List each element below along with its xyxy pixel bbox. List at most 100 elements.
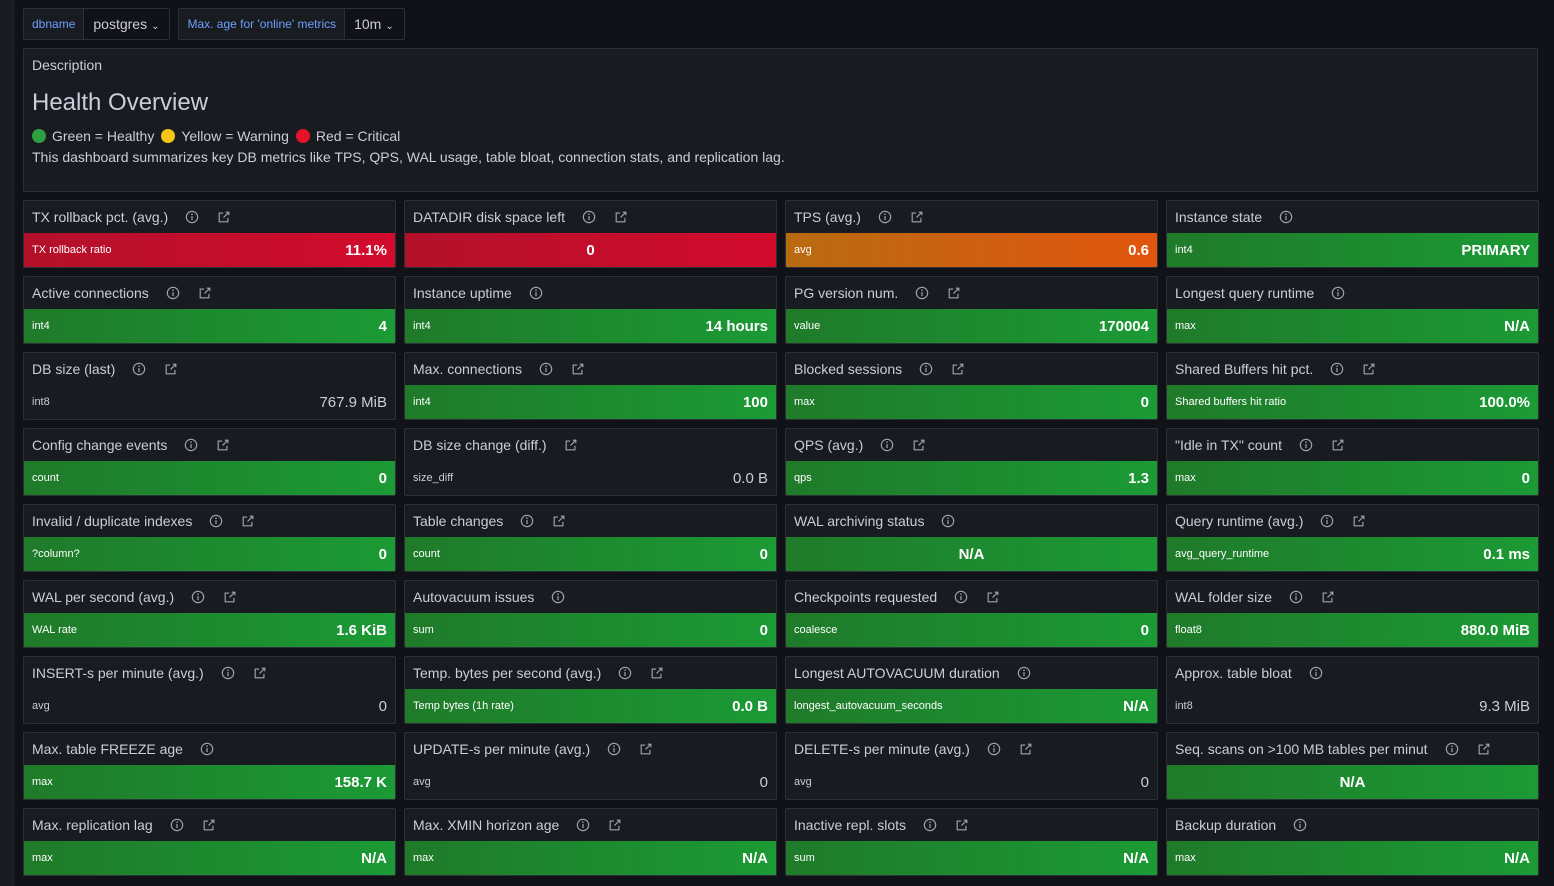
external-link-icon[interactable] <box>563 437 579 453</box>
info-icon[interactable] <box>199 741 215 757</box>
stat-panel[interactable]: Max. XMIN horizon age max N/A <box>404 808 777 876</box>
external-link-icon[interactable] <box>613 209 629 225</box>
info-icon[interactable] <box>538 361 554 377</box>
external-link-icon[interactable] <box>1361 361 1377 377</box>
stat-panel[interactable]: Active connections int4 4 <box>23 276 396 344</box>
info-icon[interactable] <box>1308 665 1324 681</box>
external-link-icon[interactable] <box>911 437 927 453</box>
external-link-icon[interactable] <box>216 209 232 225</box>
external-link-icon[interactable] <box>163 361 179 377</box>
stat-panel[interactable]: Inactive repl. slots sum N/A <box>785 808 1158 876</box>
stat-panel[interactable]: Config change events count 0 <box>23 428 396 496</box>
external-link-icon[interactable] <box>197 285 213 301</box>
stat-panel[interactable]: Invalid / duplicate indexes ?column? 0 <box>23 504 396 572</box>
info-icon[interactable] <box>169 817 185 833</box>
external-link-icon[interactable] <box>950 361 966 377</box>
info-icon[interactable] <box>1288 589 1304 605</box>
info-icon[interactable] <box>581 209 597 225</box>
stat-panel[interactable]: "Idle in TX" count max 0 <box>1166 428 1539 496</box>
external-link-icon[interactable] <box>240 513 256 529</box>
info-icon[interactable] <box>877 209 893 225</box>
external-link-icon[interactable] <box>649 665 665 681</box>
info-icon[interactable] <box>940 513 956 529</box>
info-icon[interactable] <box>183 437 199 453</box>
stat-panel[interactable]: Instance uptime int4 14 hours <box>404 276 777 344</box>
stat-panel[interactable]: QPS (avg.) qps 1.3 <box>785 428 1158 496</box>
external-link-icon[interactable] <box>215 437 231 453</box>
info-icon[interactable] <box>617 665 633 681</box>
info-icon[interactable] <box>879 437 895 453</box>
info-icon[interactable] <box>575 817 591 833</box>
info-icon[interactable] <box>1319 513 1335 529</box>
stat-panel[interactable]: DB size (last) int8 767.9 MiB <box>23 352 396 420</box>
info-icon[interactable] <box>528 285 544 301</box>
info-icon[interactable] <box>519 513 535 529</box>
external-link-icon[interactable] <box>638 741 654 757</box>
stat-panel[interactable]: PG version num. value 170004 <box>785 276 1158 344</box>
info-icon[interactable] <box>1292 817 1308 833</box>
info-icon[interactable] <box>1444 741 1460 757</box>
stat-panel[interactable]: Query runtime (avg.) avg_query_runtime 0.1… <box>1166 504 1539 572</box>
stat-panel[interactable]: TX rollback pct. (avg.) TX rollback ratio… <box>23 200 396 268</box>
external-link-icon[interactable] <box>1330 437 1346 453</box>
external-link-icon[interactable] <box>222 589 238 605</box>
info-icon[interactable] <box>986 741 1002 757</box>
info-icon[interactable] <box>131 361 147 377</box>
external-link-icon[interactable] <box>252 665 268 681</box>
stat-panel[interactable]: Max. connections int4 100 <box>404 352 777 420</box>
external-link-icon[interactable] <box>607 817 623 833</box>
stat-panel[interactable]: Longest query runtime max N/A <box>1166 276 1539 344</box>
external-link-icon[interactable] <box>946 285 962 301</box>
external-link-icon[interactable] <box>201 817 217 833</box>
stat-panel[interactable]: Checkpoints requested coalesce 0 <box>785 580 1158 648</box>
stat-panel[interactable]: TPS (avg.) avg 0.6 <box>785 200 1158 268</box>
external-link-icon[interactable] <box>985 589 1001 605</box>
stat-panel[interactable]: DATADIR disk space left 0 <box>404 200 777 268</box>
stat-panel[interactable]: DELETE-s per minute (avg.) avg 0 <box>785 732 1158 800</box>
dbname-select[interactable]: postgres ⌄ <box>84 8 171 40</box>
info-icon[interactable] <box>550 589 566 605</box>
info-icon[interactable] <box>922 817 938 833</box>
external-link-icon[interactable] <box>909 209 925 225</box>
external-link-icon[interactable] <box>551 513 567 529</box>
external-link-icon[interactable] <box>1476 741 1492 757</box>
info-icon[interactable] <box>1278 209 1294 225</box>
stat-panel[interactable]: WAL archiving status N/A <box>785 504 1158 572</box>
info-icon[interactable] <box>918 361 934 377</box>
external-link-icon[interactable] <box>1320 589 1336 605</box>
stat-panel[interactable]: Approx. table bloat int8 9.3 MiB <box>1166 656 1539 724</box>
stat-panel[interactable]: WAL folder size float8 880.0 MiB <box>1166 580 1539 648</box>
stat-panel[interactable]: Autovacuum issues sum 0 <box>404 580 777 648</box>
info-icon[interactable] <box>606 741 622 757</box>
info-icon[interactable] <box>914 285 930 301</box>
stat-panel[interactable]: Temp. bytes per second (avg.) Temp bytes … <box>404 656 777 724</box>
stat-panel[interactable]: Longest AUTOVACUUM duration longest_autov… <box>785 656 1158 724</box>
info-icon[interactable] <box>1330 285 1346 301</box>
stat-panel[interactable]: INSERT-s per minute (avg.) avg 0 <box>23 656 396 724</box>
info-icon[interactable] <box>165 285 181 301</box>
stat-panel[interactable]: Max. replication lag max N/A <box>23 808 396 876</box>
external-link-icon[interactable] <box>570 361 586 377</box>
external-link-icon[interactable] <box>1351 513 1367 529</box>
external-link-icon[interactable] <box>954 817 970 833</box>
stat-panel[interactable]: DB size change (diff.) size_diff 0.0 B <box>404 428 777 496</box>
stat-panel[interactable]: Max. table FREEZE age max 158.7 K <box>23 732 396 800</box>
stat-panel[interactable]: WAL per second (avg.) WAL rate 1.6 KiB <box>23 580 396 648</box>
info-icon[interactable] <box>208 513 224 529</box>
info-icon[interactable] <box>1329 361 1345 377</box>
stat-panel[interactable]: Shared Buffers hit pct. Shared buffers hi… <box>1166 352 1539 420</box>
stat-panel[interactable]: UPDATE-s per minute (avg.) avg 0 <box>404 732 777 800</box>
stat-panel[interactable]: Blocked sessions max 0 <box>785 352 1158 420</box>
stat-panel[interactable]: Seq. scans on >100 MB tables per minut N/… <box>1166 732 1539 800</box>
stat-panel[interactable]: Backup duration max N/A <box>1166 808 1539 876</box>
info-icon[interactable] <box>220 665 236 681</box>
info-icon[interactable] <box>953 589 969 605</box>
info-icon[interactable] <box>1016 665 1032 681</box>
info-icon[interactable] <box>1298 437 1314 453</box>
info-icon[interactable] <box>190 589 206 605</box>
info-icon[interactable] <box>184 209 200 225</box>
stat-panel[interactable]: Table changes count 0 <box>404 504 777 572</box>
max-age-select[interactable]: 10m ⌄ <box>345 8 405 40</box>
stat-panel[interactable]: Instance state int4 PRIMARY <box>1166 200 1539 268</box>
external-link-icon[interactable] <box>1018 741 1034 757</box>
